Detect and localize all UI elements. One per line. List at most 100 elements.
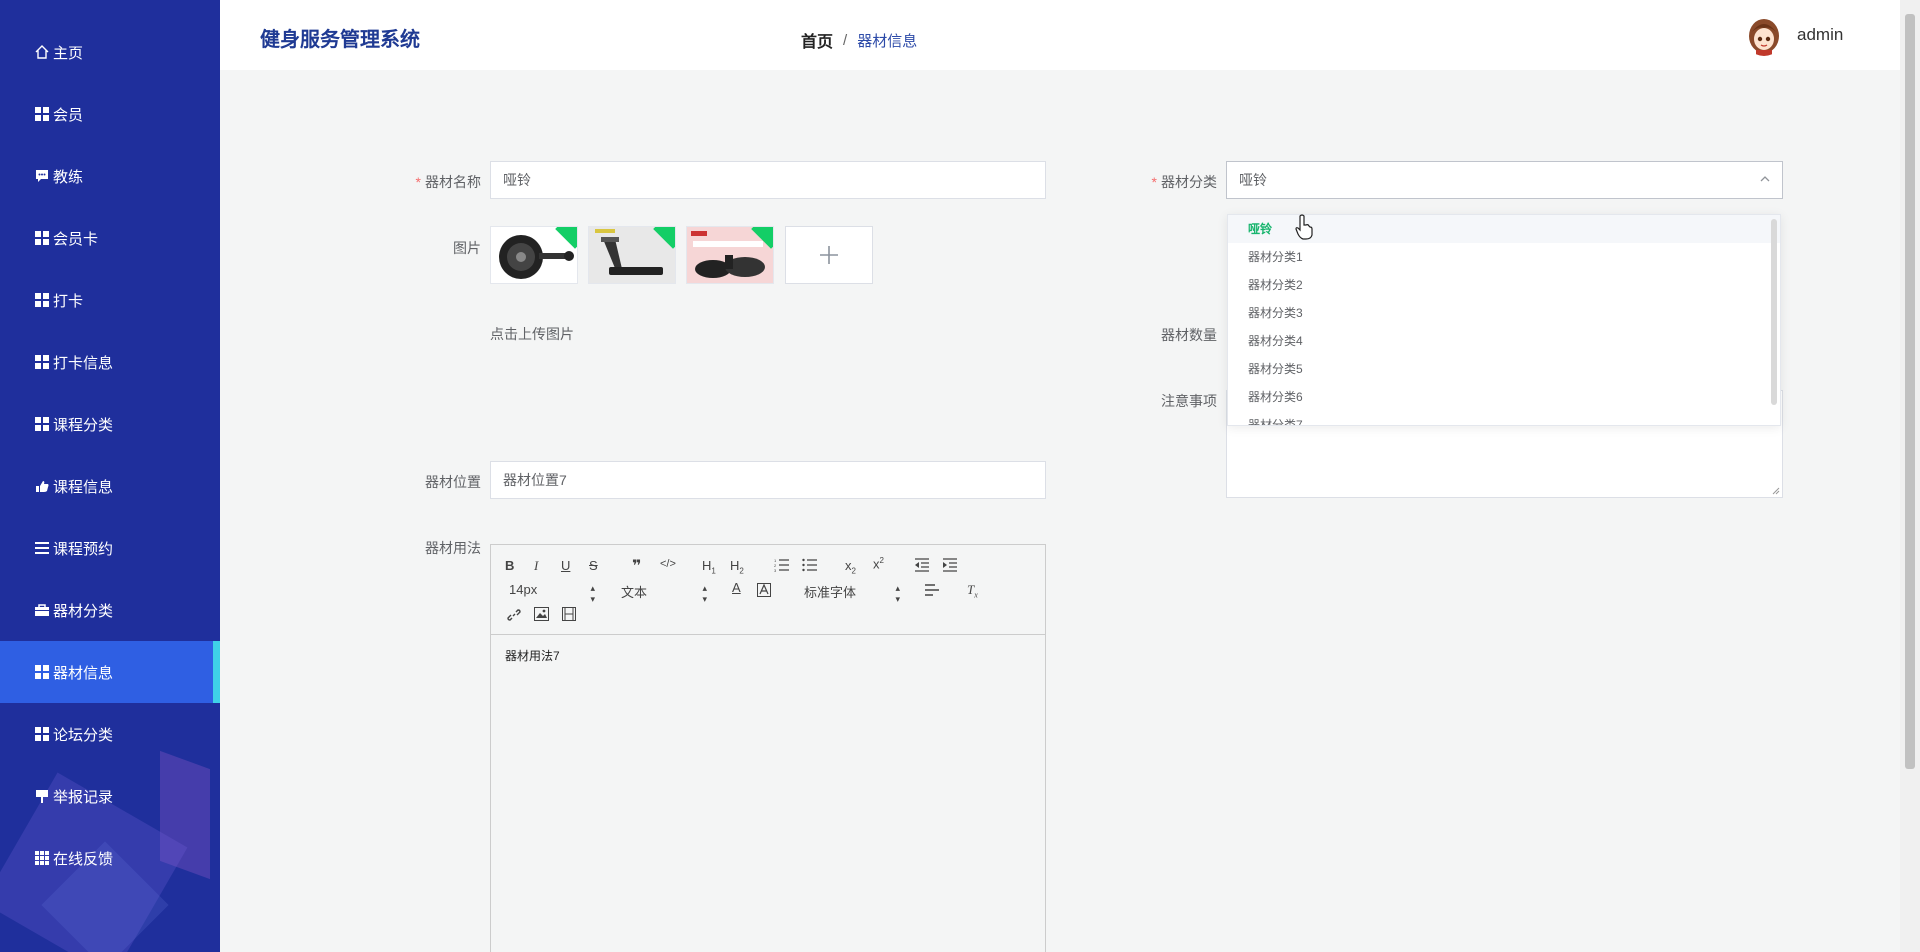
image-thumbnail[interactable] <box>490 226 578 284</box>
table-icon <box>34 850 50 866</box>
blockquote-button[interactable]: ❞ <box>632 556 641 576</box>
dropdown-option[interactable]: 器材分类5 <box>1228 355 1780 383</box>
category-label: * 器材分类 <box>1151 174 1217 190</box>
svg-text:3: 3 <box>774 568 777 572</box>
sidebar-item-label: 会员卡 <box>53 230 99 248</box>
usage-editor: B I U S ❞ </> H1 H2 123 x2 x2 14px ▴ ▾ 文本 ▴… <box>490 544 1046 952</box>
heading2-button[interactable]: H2 <box>730 558 744 576</box>
font-family-select[interactable]: 标准字体 ▴ ▾ <box>804 582 900 604</box>
image-icon[interactable] <box>534 607 549 621</box>
notes-label: 注意事项 <box>1161 393 1217 409</box>
plus-icon <box>820 246 838 264</box>
font-size-select[interactable]: 14px ▴ ▾ <box>509 582 595 604</box>
sidebar-item[interactable]: 器材信息 <box>0 641 220 703</box>
sidebar-item-label: 打卡信息 <box>53 354 114 372</box>
sidebar-item[interactable]: 教练 <box>0 145 220 207</box>
sidebar-item-label: 课程分类 <box>53 416 114 434</box>
top-header: 健身服务管理系统 首页 / 器材信息 admin <box>220 0 1900 70</box>
username[interactable]: admin <box>1797 25 1843 45</box>
sidebar-item[interactable]: 打卡信息 <box>0 331 220 393</box>
home-icon <box>34 44 50 60</box>
bold-button[interactable]: B <box>505 558 514 573</box>
sidebar-item[interactable]: 课程预约 <box>0 517 220 579</box>
grid-icon <box>34 106 50 122</box>
image-label: 图片 <box>453 240 481 256</box>
grid-icon <box>34 726 50 742</box>
breadcrumb-current: 器材信息 <box>857 32 918 50</box>
sidebar-item[interactable]: 器材分类 <box>0 579 220 641</box>
scrollbar-thumb[interactable] <box>1905 14 1915 769</box>
resize-handle-icon[interactable] <box>1772 487 1780 495</box>
clear-format-button[interactable]: Tx <box>967 582 978 600</box>
flag-icon <box>34 788 50 804</box>
grid-icon <box>34 230 50 246</box>
superscript-button[interactable]: x2 <box>873 556 884 571</box>
hand-icon <box>34 478 50 494</box>
sidebar-item-label: 论坛分类 <box>53 726 114 744</box>
block-type-select[interactable]: 文本 ▴ ▾ <box>621 582 707 604</box>
sidebar-item[interactable]: 打卡 <box>0 269 220 331</box>
hand-cursor-icon <box>1295 214 1313 240</box>
sidebar-item-label: 器材分类 <box>53 602 114 620</box>
name-input[interactable]: 哑铃 <box>490 161 1046 199</box>
sidebar-item[interactable]: 主页 <box>0 21 220 83</box>
sidebar-item-label: 课程信息 <box>53 478 114 496</box>
dropdown-option[interactable]: 器材分类3 <box>1228 299 1780 327</box>
usage-label: 器材用法 <box>425 540 481 556</box>
sidebar-item[interactable]: 课程分类 <box>0 393 220 455</box>
upload-hint: 点击上传图片 <box>490 326 574 342</box>
heading1-button[interactable]: H1 <box>702 558 716 576</box>
category-select[interactable]: 哑铃 <box>1226 161 1783 199</box>
video-icon[interactable] <box>562 607 576 621</box>
subscript-button[interactable]: x2 <box>845 558 856 576</box>
strike-button[interactable]: S <box>589 558 598 573</box>
quantity-label: 器材数量 <box>1161 327 1217 343</box>
chevron-up-icon <box>1760 176 1770 182</box>
category-dropdown: 哑铃 器材分类1 器材分类2 器材分类3 器材分类4 器材分类5 器材分类6 器材分类7 <box>1227 214 1781 426</box>
dropdown-scrollbar[interactable] <box>1771 219 1777 405</box>
link-icon[interactable] <box>506 607 522 623</box>
editor-content[interactable]: 器材用法7 <box>505 647 560 664</box>
grid-icon <box>34 664 50 680</box>
indent-icon[interactable] <box>942 558 958 572</box>
sidebar-item[interactable]: 在线反馈 <box>0 827 220 889</box>
name-label: * 器材名称 <box>415 174 481 190</box>
underline-button[interactable]: U <box>561 558 570 573</box>
breadcrumb: 首页 / 器材信息 <box>801 28 917 52</box>
dropdown-option[interactable]: 器材分类4 <box>1228 327 1780 355</box>
background-color-icon[interactable] <box>757 583 771 597</box>
dropdown-option[interactable]: 器材分类2 <box>1228 271 1780 299</box>
add-image-button[interactable] <box>785 226 873 284</box>
align-left-icon[interactable] <box>924 584 940 596</box>
list-icon <box>34 540 50 556</box>
font-color-button[interactable]: A <box>732 580 741 595</box>
outdent-icon[interactable] <box>914 558 930 572</box>
image-thumbnail[interactable] <box>686 226 774 284</box>
sidebar-item[interactable]: 会员卡 <box>0 207 220 269</box>
sidebar-item[interactable]: 课程信息 <box>0 455 220 517</box>
sidebar-item[interactable]: 论坛分类 <box>0 703 220 765</box>
ordered-list-icon[interactable]: 123 <box>774 558 790 572</box>
app-title: 健身服务管理系统 <box>260 29 420 51</box>
code-button[interactable]: </> <box>660 558 676 570</box>
chat-icon <box>34 168 50 184</box>
dropdown-option[interactable]: 器材分类7 <box>1228 411 1780 425</box>
italic-button[interactable]: I <box>534 558 538 574</box>
sidebar-item-label: 教练 <box>53 168 84 186</box>
editor-toolbar: B I U S ❞ </> H1 H2 123 x2 x2 14px ▴ ▾ 文本 ▴… <box>491 545 1045 635</box>
location-input[interactable]: 器材位置7 <box>490 461 1046 499</box>
dropdown-option[interactable]: 器材分类1 <box>1228 243 1780 271</box>
page-scrollbar[interactable] <box>1900 0 1920 952</box>
bullet-list-icon[interactable] <box>802 558 818 572</box>
dropdown-option[interactable]: 器材分类6 <box>1228 383 1780 411</box>
sidebar-item-label: 打卡 <box>53 292 84 310</box>
grid-icon <box>34 416 50 432</box>
sidebar-item-label: 课程预约 <box>53 540 114 558</box>
sidebar-item[interactable]: 举报记录 <box>0 765 220 827</box>
breadcrumb-home[interactable]: 首页 <box>801 28 833 52</box>
sidebar-item-label: 举报记录 <box>53 788 114 806</box>
sidebar-item-label: 在线反馈 <box>53 850 114 868</box>
image-thumbnail[interactable] <box>588 226 676 284</box>
avatar[interactable] <box>1744 14 1784 56</box>
sidebar-item[interactable]: 会员 <box>0 83 220 145</box>
